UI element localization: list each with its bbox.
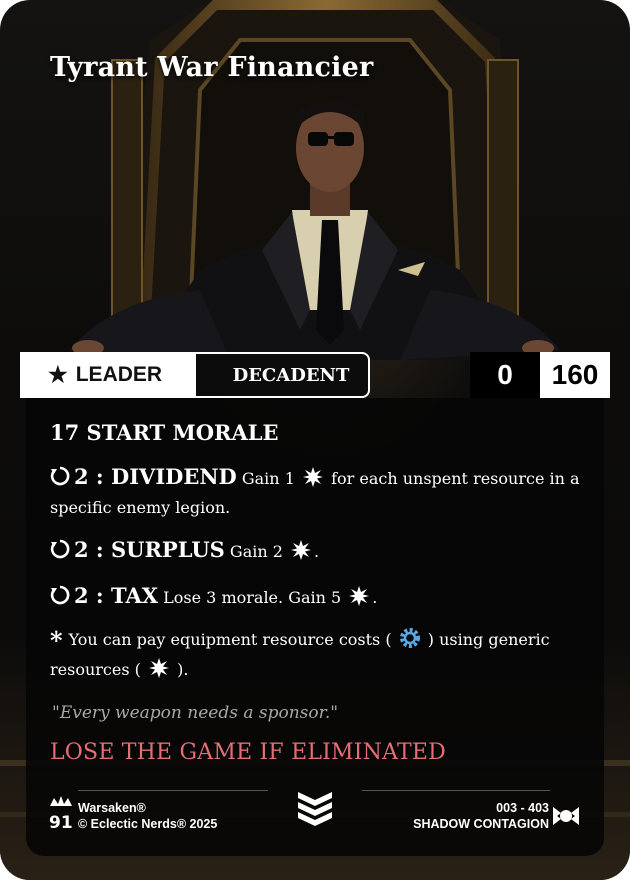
passive-text: ). xyxy=(177,660,189,679)
set-name: SHADOW CONTAGION xyxy=(413,817,549,831)
type-main-label: LEADER xyxy=(75,363,163,386)
gear-icon xyxy=(399,628,420,648)
crown-logo-icon: 91 xyxy=(49,796,73,830)
ability-surplus: 2 : SURPLUS Gain 2 . xyxy=(50,535,580,566)
start-morale: 17 START MORALE xyxy=(50,420,279,445)
passive-ability: * You can pay equipment resource costs ( … xyxy=(50,625,580,684)
passive-text: You can pay equipment resource costs ( xyxy=(68,630,392,649)
ability-text: Gain 1 xyxy=(241,469,295,488)
rotate-icon xyxy=(50,539,70,559)
brand-name: Warsaken® xyxy=(78,801,146,815)
rotate-icon xyxy=(50,585,70,605)
ability-head: 2 : SURPLUS xyxy=(74,537,225,562)
type-line: ★ LEADER DECADENT xyxy=(20,352,370,398)
ability-dividend: 2 : DIVIDEND Gain 1 for each unspent res… xyxy=(50,462,580,522)
copyright: © Eclectic Nerds® 2025 xyxy=(78,817,218,831)
ability-text: Gain 2 xyxy=(229,542,283,561)
card-number: 003 - 403 xyxy=(496,801,549,815)
ability-text: . xyxy=(314,542,320,561)
burst-icon xyxy=(349,586,370,606)
loss-condition: LOSE THE GAME IF ELIMINATED xyxy=(50,740,446,765)
points-value: 160 xyxy=(551,359,599,390)
card-frame: Tyrant War Financier ★ LEADER DECADENT 0… xyxy=(0,0,630,880)
svg-text:91: 91 xyxy=(49,813,73,830)
points-box: 160 xyxy=(540,352,610,398)
burst-icon xyxy=(302,467,323,487)
rotate-icon xyxy=(50,466,70,486)
ability-tax: 2 : TAX Lose 3 morale. Gain 5 . xyxy=(50,581,580,612)
ability-head: 2 : TAX xyxy=(74,583,159,608)
burst-icon xyxy=(291,540,312,560)
asterisk-icon: * xyxy=(50,626,63,655)
ability-head: 2 : DIVIDEND xyxy=(74,464,237,489)
star-icon: ★ xyxy=(48,362,68,387)
type-sub-label: DECADENT xyxy=(232,364,350,386)
ability-text: Lose 3 morale. Gain 5 xyxy=(163,588,342,607)
footer-divider-right xyxy=(362,790,550,791)
card-title: Tyrant War Financier xyxy=(50,52,374,83)
footer-publisher: Warsaken® © Eclectic Nerds® 2025 xyxy=(78,800,217,832)
type-sub-badge: DECADENT xyxy=(196,352,370,398)
cost-box: 0 xyxy=(470,352,540,398)
cost-value: 0 xyxy=(497,359,513,390)
shadow-contagion-icon xyxy=(553,807,579,825)
footer-set-info: 003 - 403 SHADOW CONTAGION xyxy=(413,800,549,832)
footer-divider-left xyxy=(78,790,268,791)
burst-icon xyxy=(148,658,169,678)
flavor-text: "Every weapon needs a sponsor." xyxy=(52,703,339,723)
chevron-stack-icon xyxy=(298,792,332,826)
ability-text: . xyxy=(372,588,378,607)
